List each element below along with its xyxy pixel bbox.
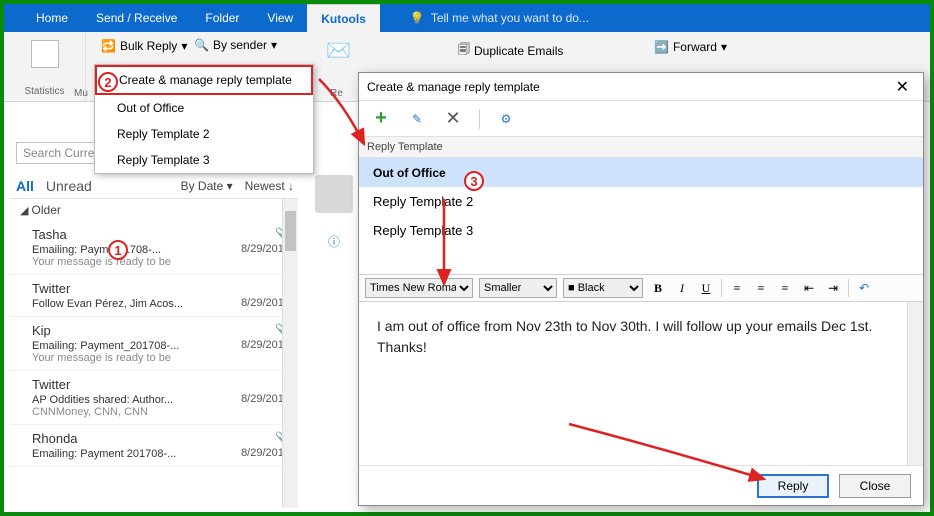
callout-1: 1 [108,240,128,260]
bold-button[interactable]: B [649,279,667,297]
undo-button[interactable]: ↶ [855,279,873,297]
menu-reply-template-2[interactable]: Reply Template 2 [95,121,313,147]
info-icon: ⓘ [328,233,340,250]
message-item[interactable]: Twitter AP Oddities shared: Author... CN… [10,371,298,425]
callout-3: 3 [464,171,484,191]
ribbon-tab-strip: Home Send / Receive Folder View Kutools … [4,4,930,32]
reply-template-dialog: Create & manage reply template ✕ + ✎ ✕ ⚙… [358,72,924,506]
message-from: Twitter [32,377,288,392]
message-preview: Your message is ready to be [32,256,288,268]
format-toolbar: Times New Roman Smaller ■ Black B I U ≡ … [359,274,923,302]
duplicate-icon: 🗐 [458,40,470,61]
sort-by-date[interactable]: By Date ▾ [181,179,233,193]
callout-2: 2 [98,72,118,92]
menu-reply-template-3[interactable]: Reply Template 3 [95,147,313,173]
font-family-select[interactable]: Times New Roman [365,278,473,298]
template-out-of-office[interactable]: Out of Office [359,158,923,187]
font-color-select[interactable]: ■ Black [563,278,643,298]
bulk-reply-menu: Create & manage reply template Out of Of… [94,64,314,174]
dialog-buttons: Reply Close [359,465,923,505]
group-label-re: Re [330,88,343,99]
template-reply-2[interactable]: Reply Template 2 [359,187,923,216]
message-from: Twitter [32,281,288,296]
forward-dropdown[interactable]: ➡️ Forward ▾ [654,40,727,54]
message-preview: CNNMoney, CNN, CNN [32,406,288,418]
duplicate-emails-button[interactable]: 🗐 Duplicate Emails [458,40,563,61]
indent-button[interactable]: ⇥ [824,279,842,297]
template-list-header: Reply Template [359,137,923,158]
tab-folder[interactable]: Folder [191,4,253,32]
message-from: Rhonda [32,431,288,446]
align-right-button[interactable]: ≡ [776,279,794,297]
lightbulb-icon: 💡 [410,11,425,25]
dialog-title: Create & manage reply template [367,80,540,94]
message-item[interactable]: Twitter Follow Evan Pérez, Jim Acos... 8… [10,275,298,317]
settings-button[interactable]: ⚙ [496,109,516,129]
bulk-reply-icon: 🔁 [101,39,116,53]
message-preview: Your message is ready to be [32,352,288,364]
group-older[interactable]: ◢ Older [10,199,298,221]
edit-template-button[interactable]: ✎ [407,109,427,129]
forward-icon: ➡️ [654,40,669,54]
filter-unread[interactable]: Unread [46,178,92,194]
message-item[interactable]: Tasha Emailing: Paym 201708-... Your mes… [10,221,298,275]
reply-button[interactable]: Reply [757,474,829,498]
font-size-select[interactable]: Smaller [479,278,557,298]
message-list-header: All Unread By Date ▾ Newest ↓ [10,174,300,198]
tell-me[interactable]: 💡 Tell me what you want to do... [410,11,589,25]
align-left-button[interactable]: ≡ [728,279,746,297]
dialog-toolbar: + ✎ ✕ ⚙ [359,101,923,137]
close-icon[interactable]: ✕ [890,77,915,97]
close-button[interactable]: Close [839,474,911,498]
add-template-button[interactable]: + [371,109,391,129]
message-item[interactable]: Rhonda Emailing: Payment 201708-... 8/29… [10,425,298,467]
envelope-icon: ✉️ [326,38,351,63]
tab-send-receive[interactable]: Send / Receive [82,4,191,32]
group-label-mu: Mu [74,88,88,99]
menu-out-of-office[interactable]: Out of Office [95,95,313,121]
message-from: Kip [32,323,288,338]
chevron-down-icon: ▾ [721,40,727,54]
by-sender-dropdown[interactable]: 🔍 By sender ▾ [194,38,277,52]
template-list: Out of Office Reply Template 2 Reply Tem… [359,158,923,274]
tab-view[interactable]: View [253,4,307,32]
message-list-scrollbar[interactable] [282,199,298,508]
reading-pane-fragment: ⓘ [304,169,364,509]
tab-home[interactable]: Home [22,4,82,32]
chevron-down-icon: ▾ [271,38,277,52]
editor-scrollbar[interactable] [907,302,923,465]
align-center-button[interactable]: ≡ [752,279,770,297]
statistics-icon[interactable] [31,40,59,68]
sort-newest[interactable]: Newest ↓ [245,179,294,193]
message-from: Tasha [32,227,288,242]
bulk-reply-dropdown[interactable]: 🔁 Bulk Reply ▾ [94,36,194,56]
reply-attach-button[interactable]: ✉️ [326,38,351,63]
chevron-down-icon: ▾ [181,39,187,53]
underline-button[interactable]: U [697,279,715,297]
message-item[interactable]: Kip Emailing: Payment_201708-... Your me… [10,317,298,371]
italic-button[interactable]: I [673,279,691,297]
filter-all[interactable]: All [16,178,34,194]
outdent-button[interactable]: ⇤ [800,279,818,297]
tab-kutools[interactable]: Kutools [307,4,380,32]
avatar [315,175,353,213]
person-search-icon: 🔍 [194,38,209,52]
menu-create-manage-template[interactable]: Create & manage reply template [95,65,313,95]
template-body-editor[interactable]: I am out of office from Nov 23th to Nov … [359,302,907,465]
dialog-titlebar: Create & manage reply template ✕ [359,73,923,101]
message-list: ◢ Older Tasha Emailing: Paym 201708-... … [10,198,298,508]
template-reply-3[interactable]: Reply Template 3 [359,216,923,245]
delete-template-button[interactable]: ✕ [443,109,463,129]
